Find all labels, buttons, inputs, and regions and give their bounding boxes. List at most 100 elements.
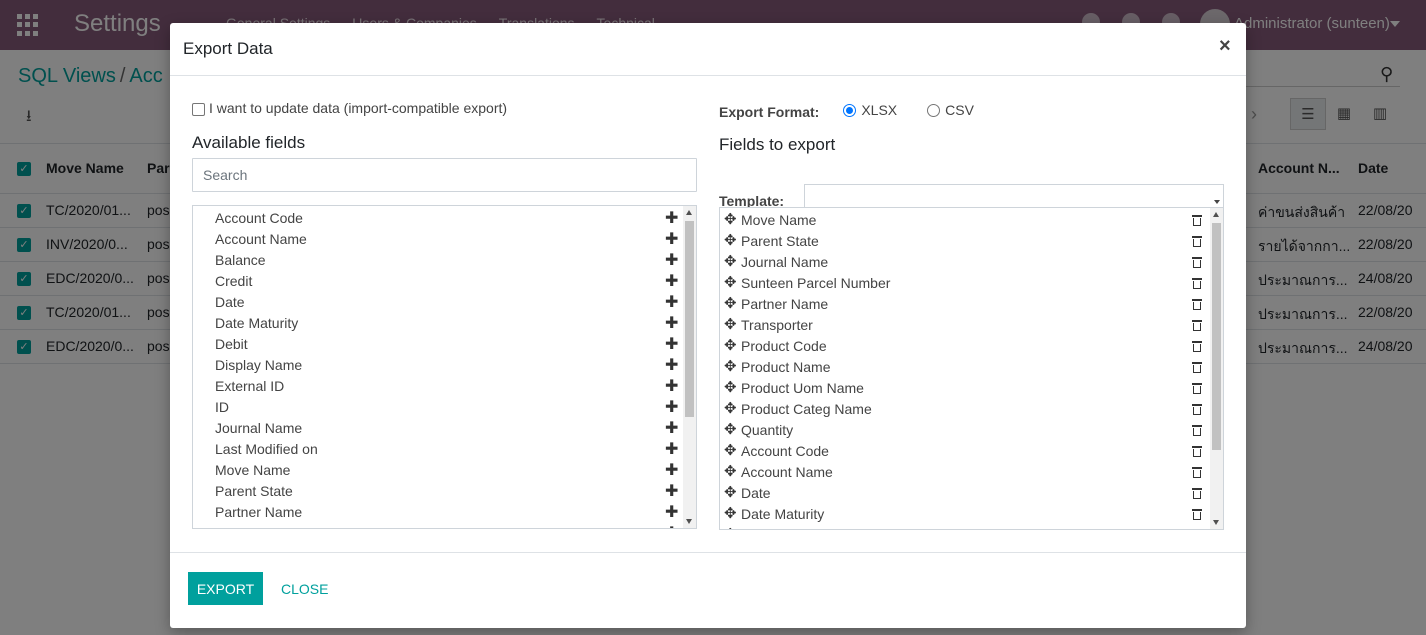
available-field-item[interactable]: Balance ✚ [193, 250, 683, 271]
export-field-item[interactable]: ✥ Quantity [720, 420, 1210, 441]
add-field-icon[interactable]: ✚ [665, 502, 678, 522]
scrollbar[interactable] [1210, 208, 1223, 529]
scroll-thumb[interactable] [1212, 223, 1221, 450]
available-field-item[interactable]: Credit ✚ [193, 271, 683, 292]
drag-handle-icon[interactable]: ✥ [724, 420, 737, 438]
export-field-item[interactable]: ✥ Product Name [720, 357, 1210, 378]
search-input[interactable] [192, 158, 697, 192]
drag-handle-icon[interactable]: ✥ [724, 210, 737, 228]
drag-handle-icon[interactable]: ✥ [724, 231, 737, 249]
scroll-down-icon[interactable] [1213, 520, 1219, 525]
trash-icon[interactable] [1192, 383, 1202, 394]
add-field-icon[interactable]: ✚ [665, 334, 678, 354]
add-field-icon[interactable]: ✚ [665, 313, 678, 333]
export-field-item[interactable]: ✥ Account Name [720, 462, 1210, 483]
export-field-item[interactable]: ✥ Product Uom Name [720, 378, 1210, 399]
close-button[interactable]: Close [272, 572, 337, 605]
available-field-item[interactable]: Account Name ✚ [193, 229, 683, 250]
available-field-item[interactable]: Journal Name ✚ [193, 418, 683, 439]
trash-icon[interactable] [1192, 236, 1202, 247]
add-field-icon[interactable]: ✚ [665, 397, 678, 417]
add-field-icon[interactable]: ✚ [665, 271, 678, 291]
import-compatible-checkbox[interactable]: I want to update data (import-compatible… [192, 100, 507, 116]
export-field-item[interactable]: ✥ Debit [720, 525, 1210, 529]
scroll-thumb[interactable] [685, 221, 694, 417]
drag-handle-icon[interactable]: ✥ [724, 315, 737, 333]
add-field-icon[interactable]: ✚ [665, 229, 678, 249]
available-field-item[interactable]: Date ✚ [193, 292, 683, 313]
drag-handle-icon[interactable]: ✥ [724, 462, 737, 480]
checkbox-box[interactable] [192, 102, 205, 116]
add-field-icon[interactable]: ✚ [665, 439, 678, 459]
trash-icon[interactable] [1192, 488, 1202, 499]
export-field-item[interactable]: ✥ Move Name [720, 210, 1210, 231]
trash-icon[interactable] [1192, 404, 1202, 415]
drag-handle-icon[interactable]: ✥ [724, 441, 737, 459]
trash-icon[interactable] [1192, 299, 1202, 310]
export-field-item[interactable]: ✥ Date [720, 483, 1210, 504]
trash-icon[interactable] [1192, 425, 1202, 436]
drag-handle-icon[interactable]: ✥ [724, 273, 737, 291]
format-radio-xlsx[interactable]: XLSX [843, 102, 897, 118]
drag-handle-icon[interactable]: ✥ [724, 336, 737, 354]
drag-handle-icon[interactable]: ✥ [724, 294, 737, 312]
field-label: Product Code [741, 338, 827, 354]
available-field-item[interactable]: ID ✚ [193, 397, 683, 418]
export-field-item[interactable]: ✥ Product Code [720, 336, 1210, 357]
trash-icon[interactable] [1192, 509, 1202, 520]
add-field-icon[interactable]: ✚ [665, 418, 678, 438]
format-radio-csv[interactable]: CSV [927, 102, 974, 118]
export-fields-list[interactable]: ✥ Move Name ✥ Parent State ✥ Journal Name ✥ Sun… [719, 207, 1224, 530]
add-field-icon[interactable]: ✚ [665, 481, 678, 501]
scroll-up-icon[interactable] [1213, 212, 1219, 217]
trash-icon[interactable] [1192, 257, 1202, 268]
trash-icon[interactable] [1192, 215, 1202, 226]
trash-icon[interactable] [1192, 362, 1202, 373]
scroll-down-icon[interactable] [686, 519, 692, 524]
trash-icon[interactable] [1192, 278, 1202, 289]
available-field-item[interactable]: Parent State ✚ [193, 481, 683, 502]
scrollbar[interactable] [683, 206, 696, 528]
export-field-item[interactable]: ✥ Account Code [720, 441, 1210, 462]
drag-handle-icon[interactable]: ✥ [724, 399, 737, 417]
add-field-icon[interactable]: ✚ [665, 376, 678, 396]
add-field-icon[interactable]: ✚ [665, 523, 678, 528]
available-field-item[interactable]: External ID ✚ [193, 376, 683, 397]
available-field-item[interactable]: Account Code ✚ [193, 208, 683, 229]
export-field-item[interactable]: ✥ Transporter [720, 315, 1210, 336]
export-field-item[interactable]: ✥ Date Maturity [720, 504, 1210, 525]
available-field-item[interactable]: Partner Name ✚ [193, 502, 683, 523]
add-field-icon[interactable]: ✚ [665, 208, 678, 228]
export-field-item[interactable]: ✥ Sunteen Parcel Number [720, 273, 1210, 294]
trash-icon[interactable] [1192, 446, 1202, 457]
available-field-item[interactable]: Date Maturity ✚ [193, 313, 683, 334]
close-icon[interactable]: × [1219, 35, 1231, 58]
drag-handle-icon[interactable]: ✥ [724, 378, 737, 396]
drag-handle-icon[interactable]: ✥ [724, 504, 737, 522]
export-field-item[interactable]: ✥ Partner Name [720, 294, 1210, 315]
trash-icon[interactable] [1192, 467, 1202, 478]
export-button[interactable]: Export [188, 572, 263, 605]
drag-handle-icon[interactable]: ✥ [724, 357, 737, 375]
drag-handle-icon[interactable]: ✥ [724, 483, 737, 501]
available-field-item[interactable]: Last Modified on ✚ [193, 439, 683, 460]
drag-handle-icon[interactable]: ✥ [724, 252, 737, 270]
add-field-icon[interactable]: ✚ [665, 355, 678, 375]
drag-handle-icon[interactable]: ✥ [724, 525, 737, 529]
export-field-item[interactable]: ✥ Journal Name [720, 252, 1210, 273]
add-field-icon[interactable]: ✚ [665, 292, 678, 312]
add-field-icon[interactable]: ✚ [665, 460, 678, 480]
export-field-item[interactable]: ✥ Product Categ Name [720, 399, 1210, 420]
radio-dot[interactable] [927, 103, 941, 117]
radio-dot[interactable] [843, 103, 857, 117]
trash-icon[interactable] [1192, 320, 1202, 331]
available-field-item[interactable]: Move Name ✚ [193, 460, 683, 481]
available-field-item[interactable]: Debit ✚ [193, 334, 683, 355]
available-fields-list[interactable]: Account Code ✚ Account Name ✚ Balance ✚ Credit… [192, 205, 697, 529]
trash-icon[interactable] [1192, 341, 1202, 352]
available-field-item[interactable]: Product Categ Name ✚ [193, 523, 683, 528]
add-field-icon[interactable]: ✚ [665, 250, 678, 270]
available-field-item[interactable]: Display Name ✚ [193, 355, 683, 376]
scroll-up-icon[interactable] [686, 210, 692, 215]
export-field-item[interactable]: ✥ Parent State [720, 231, 1210, 252]
